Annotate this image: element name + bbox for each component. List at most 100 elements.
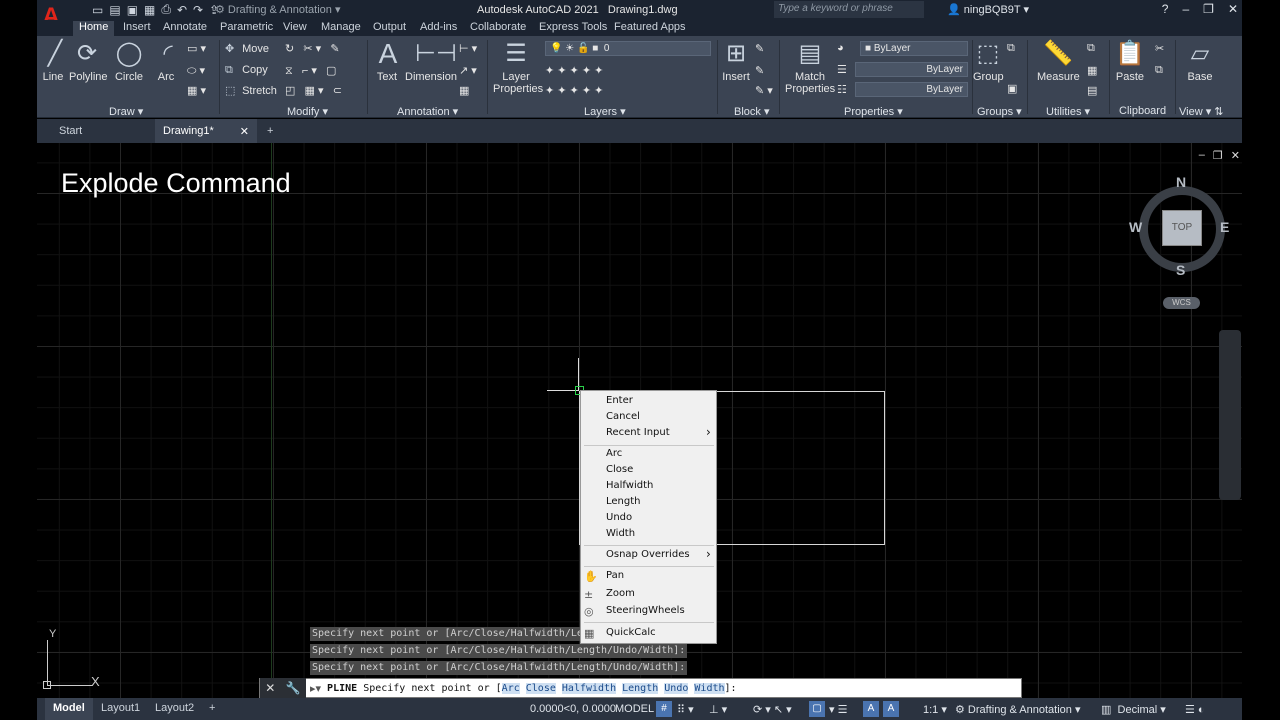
close-tab-icon[interactable]: ✕ <box>240 125 249 138</box>
menu-item-recent-input[interactable]: Recent Input <box>606 425 710 439</box>
annotation-visibility-icon[interactable]: A <box>863 701 879 717</box>
menu-item-steeringwheels[interactable]: SteeringWheels <box>606 605 685 616</box>
leader-icon[interactable]: ↗ ▾ <box>459 64 477 77</box>
command-prompt[interactable]: PLINE Specify next point or [Arc Close H… <box>321 682 737 694</box>
redo-icon[interactable]: ↷ <box>193 3 203 17</box>
ungroup-icon[interactable]: ⧉ <box>1007 42 1015 55</box>
tab-view[interactable]: View <box>277 21 313 33</box>
measure-button[interactable]: 📏 Measure <box>1037 40 1080 83</box>
units-selector[interactable]: ▥ Decimal ▾ <box>1101 703 1166 716</box>
help-icon[interactable]: ? <box>1162 2 1169 16</box>
polyline-button[interactable]: ⟳ Polyline <box>69 40 108 83</box>
viewport-close-icon[interactable]: ✕ <box>1231 149 1240 162</box>
tab-parametric[interactable]: Parametric <box>214 21 279 33</box>
lineweight-dropdown[interactable]: ByLayer <box>855 82 968 97</box>
properties-panel-label[interactable]: Properties ▾ <box>844 105 903 118</box>
line-button[interactable]: ╱ Line <box>40 40 66 83</box>
view-panel-label[interactable]: View ▾ ⇅ <box>1179 105 1224 118</box>
tab-featured-apps[interactable]: Featured Apps <box>608 21 692 33</box>
viewport-minimize-icon[interactable]: – <box>1199 149 1205 162</box>
menu-item-quickcalc[interactable]: QuickCalc <box>606 627 656 638</box>
hatch-icon[interactable]: ▦ ▾ <box>187 84 206 97</box>
menu-item-enter[interactable]: Enter <box>606 395 633 406</box>
color-dropdown[interactable]: ■ ByLayer <box>860 41 968 56</box>
menu-item-pan[interactable]: Pan <box>606 570 624 581</box>
restore-icon[interactable]: ❐ <box>1203 2 1214 16</box>
model-space-toggle[interactable]: MODEL <box>615 703 654 715</box>
quick-select-icon[interactable]: ⧉ <box>1087 42 1095 55</box>
menu-item-length[interactable]: Length <box>606 496 641 507</box>
annotation-icon[interactable]: ▾ ☰ <box>829 703 847 716</box>
modify-panel-label[interactable]: Modify ▾ <box>287 105 328 118</box>
layer-dropdown[interactable]: 💡 ☀ 🔓 ■ 0 <box>545 41 711 56</box>
stretch-button[interactable]: ⬚ Stretch <box>225 84 277 97</box>
search-input[interactable]: Type a keyword or phrase <box>774 1 924 18</box>
paste-button[interactable]: 📋 Paste <box>1115 40 1145 83</box>
option-halfwidth[interactable]: Halfwidth <box>561 682 617 694</box>
menu-item-close[interactable]: Close <box>606 464 633 475</box>
compass-south[interactable]: S <box>1176 262 1185 278</box>
workspace-switch[interactable]: ⚙ Drafting & Annotation ▾ <box>955 703 1080 716</box>
calculator-icon[interactable]: ▤ <box>1087 84 1097 97</box>
polar-icon[interactable]: ⟳ ▾ ↖ ▾ <box>753 703 792 716</box>
open-icon[interactable]: ▤ <box>109 3 120 17</box>
tab-manage[interactable]: Manage <box>315 21 367 33</box>
text-button[interactable]: A Text <box>373 40 401 84</box>
group-select-icon[interactable]: ▣ <box>1007 82 1017 95</box>
minimize-icon[interactable]: – <box>1182 2 1189 16</box>
rectangle-icon[interactable]: ▭ ▾ <box>187 42 206 55</box>
linetype-dropdown[interactable]: ByLayer <box>855 62 968 77</box>
new-icon[interactable]: ▭ <box>92 3 103 17</box>
add-layout-icon[interactable]: + <box>209 702 215 714</box>
layers-panel-label[interactable]: Layers ▾ <box>584 105 626 118</box>
compass-west[interactable]: W <box>1129 219 1142 235</box>
close-icon[interactable]: ✕ <box>1228 2 1238 16</box>
menu-item-arc[interactable]: Arc <box>606 448 622 459</box>
layer-properties-button[interactable]: ☰ Layer Properties <box>493 40 543 95</box>
save-as-icon[interactable]: ▦ <box>144 3 155 17</box>
edit-block-icon[interactable]: ✎ <box>755 64 764 77</box>
new-tab-icon[interactable]: + <box>267 125 273 137</box>
group-button[interactable]: ⬚ Group <box>973 40 1004 83</box>
lineweight-icon[interactable]: ☰ <box>837 63 847 76</box>
customize-wrench-icon[interactable]: 🔧 <box>286 681 301 695</box>
ellipse-icon[interactable]: ⬭ ▾ <box>187 64 205 78</box>
tab-add-ins[interactable]: Add-ins <box>414 21 463 33</box>
option-close[interactable]: Close <box>525 682 556 694</box>
command-close-icon[interactable]: ✕ <box>265 681 275 695</box>
layout1-tab[interactable]: Layout1 <box>101 702 140 714</box>
menu-item-osnap-overrides[interactable]: Osnap Overrides <box>606 547 710 561</box>
customize-status-icon[interactable]: ☰ ◐ <box>1185 703 1205 716</box>
user-account[interactable]: 👤 ningBQB9T ▾ <box>947 3 1029 16</box>
tab-output[interactable]: Output <box>367 21 412 33</box>
groups-panel-label[interactable]: Groups ▾ <box>977 105 1022 118</box>
option-undo[interactable]: Undo <box>664 682 689 694</box>
tab-home[interactable]: Home <box>73 21 115 36</box>
insert-button[interactable]: ⊞ Insert <box>721 40 751 83</box>
arc-button[interactable]: ◜ Arc <box>153 40 179 83</box>
copy-clip-icon[interactable]: ⧉ <box>1155 64 1163 77</box>
scale-icon[interactable]: ◰ ▦ ▾ ⊂ <box>285 84 342 97</box>
menu-item-halfwidth[interactable]: Halfwidth <box>606 480 653 491</box>
create-block-icon[interactable]: ✎ <box>755 42 764 55</box>
annotation-panel-label[interactable]: Annotation ▾ <box>397 105 458 118</box>
utilities-panel-label[interactable]: Utilities ▾ <box>1046 105 1090 118</box>
circle-button[interactable]: ◯ Circle <box>114 40 144 83</box>
base-button[interactable]: ▱ Base <box>1181 40 1219 83</box>
cut-icon[interactable]: ✂ <box>1155 42 1164 55</box>
menu-item-cancel[interactable]: Cancel <box>606 411 640 422</box>
model-tab[interactable]: Model <box>45 698 93 720</box>
viewcube-top-face[interactable]: TOP <box>1162 210 1202 246</box>
option-arc[interactable]: Arc <box>501 682 520 694</box>
move-button[interactable]: ✥ Move <box>225 42 269 55</box>
block-panel-label[interactable]: Block ▾ <box>734 105 769 118</box>
navigation-bar[interactable] <box>1219 330 1241 500</box>
tab-express-tools[interactable]: Express Tools <box>533 21 613 33</box>
select-all-icon[interactable]: ▦ <box>1087 64 1097 77</box>
linetype-icon[interactable]: ☷ <box>837 83 847 96</box>
table-icon[interactable]: ▦ <box>459 84 469 97</box>
snap-icon[interactable]: ⠿ ▾ <box>677 703 694 716</box>
selection-cycling-icon[interactable]: ▢ <box>809 701 825 717</box>
save-icon[interactable]: ▣ <box>127 3 138 17</box>
option-length[interactable]: Length <box>622 682 659 694</box>
